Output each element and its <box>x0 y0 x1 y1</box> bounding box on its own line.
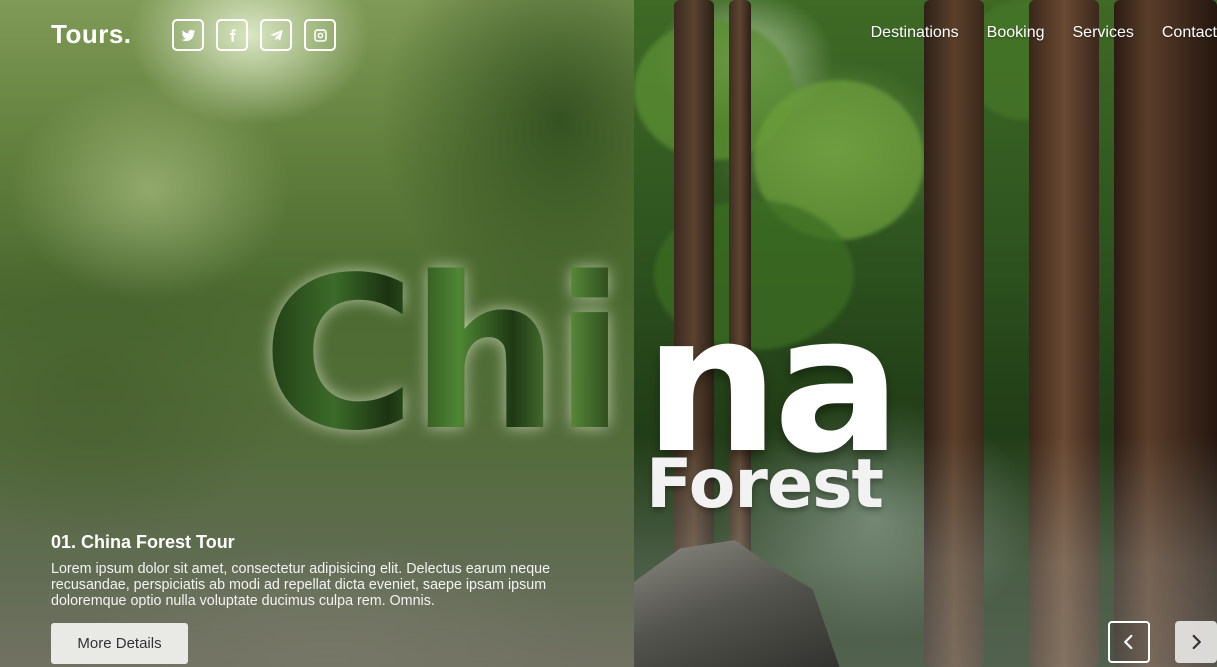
next-slide-button[interactable] <box>1175 621 1217 663</box>
more-details-button[interactable]: More Details <box>51 623 188 664</box>
telegram-button[interactable] <box>260 19 292 51</box>
instagram-button[interactable] <box>304 19 336 51</box>
tour-description: Lorem ipsum dolor sit amet, consectetur … <box>51 561 551 609</box>
nav-contact[interactable]: Contact <box>1162 24 1217 42</box>
twitter-icon <box>181 29 195 41</box>
nav-booking[interactable]: Booking <box>987 24 1045 42</box>
chevron-right-icon <box>1192 634 1201 650</box>
facebook-button[interactable] <box>216 19 248 51</box>
prev-slide-button[interactable] <box>1108 621 1150 663</box>
hero-subtitle: Forest <box>646 445 884 524</box>
instagram-icon <box>313 28 327 42</box>
telegram-icon <box>269 29 283 41</box>
facebook-icon <box>229 28 236 42</box>
social-links <box>172 19 336 51</box>
hero-title-left: Chi <box>262 250 626 460</box>
nav-destinations[interactable]: Destinations <box>871 24 959 42</box>
chevron-left-icon <box>1124 634 1133 650</box>
tour-heading: 01. China Forest Tour <box>51 532 235 552</box>
hero-title-cutout: Chi <box>262 232 626 477</box>
main-nav: Destinations Booking Services Contact <box>871 24 1217 42</box>
logo[interactable]: Tours. <box>51 19 132 50</box>
twitter-button[interactable] <box>172 19 204 51</box>
nav-services[interactable]: Services <box>1073 24 1134 42</box>
